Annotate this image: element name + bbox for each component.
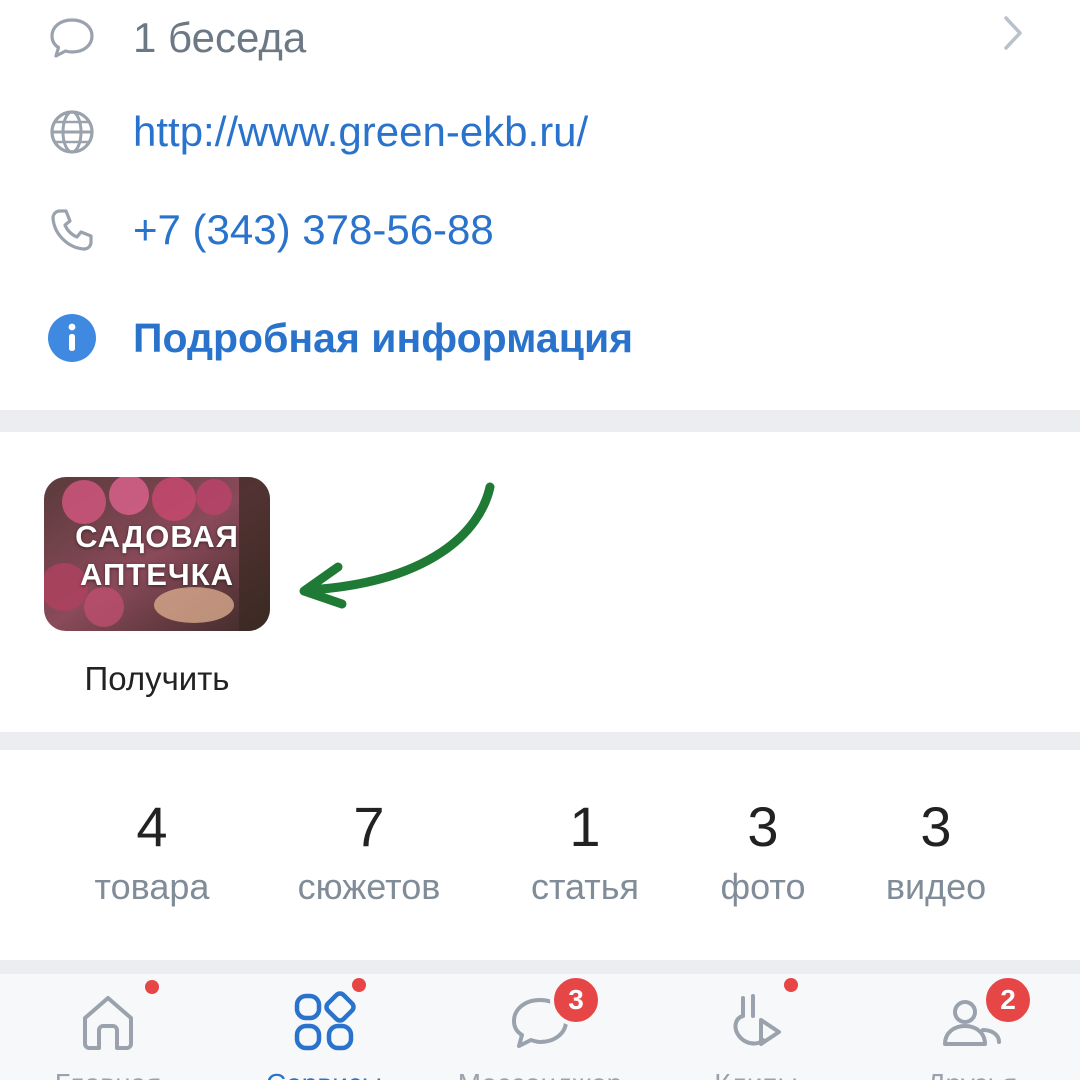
- phone-link[interactable]: +7 (343) 378-56-88: [133, 206, 494, 254]
- tab-label: Друзья: [872, 1068, 1072, 1080]
- counters-section: 4 товара 7 сюжетов 1 статья 3 фото 3 вид…: [0, 750, 1080, 960]
- phone-icon: [46, 204, 98, 256]
- unread-badge: 3: [550, 974, 602, 1026]
- section-separator: [0, 732, 1080, 750]
- tab-friends[interactable]: 2 Друзья: [872, 974, 1072, 1080]
- community-app-section: САДОВАЯ АПТЕЧКА Получить: [0, 432, 1080, 732]
- tab-label: Главная: [8, 1068, 208, 1080]
- counter-videos[interactable]: 3 видео: [836, 792, 1036, 912]
- tab-label: Сервисы: [224, 1068, 424, 1080]
- counter-photos[interactable]: 3 фото: [663, 792, 863, 912]
- app-title-line1: САДОВАЯ: [75, 519, 239, 554]
- counter-value: 4: [136, 795, 168, 858]
- more-info-row[interactable]: Подробная информация: [0, 298, 1080, 378]
- tab-services[interactable]: Сервисы: [224, 974, 424, 1080]
- notification-dot: [145, 980, 159, 994]
- chevron-right-icon: [998, 8, 1028, 58]
- tab-messenger[interactable]: 3 Мессенджер: [440, 974, 640, 1080]
- tab-home[interactable]: Главная: [8, 974, 208, 1080]
- website-row[interactable]: http://www.green-ekb.ru/: [0, 92, 1080, 172]
- app-get-button[interactable]: Получить: [44, 660, 270, 698]
- more-info-link[interactable]: Подробная информация: [133, 315, 633, 362]
- chat-count-label: 1 беседа: [133, 14, 307, 61]
- notification-dot: [784, 978, 798, 992]
- counter-value: 3: [747, 795, 779, 858]
- chat-bubble-icon: [46, 12, 98, 64]
- home-icon: [83, 996, 133, 1050]
- counter-value: 1: [569, 795, 601, 858]
- counter-articles[interactable]: 1 статья: [485, 792, 685, 912]
- chat-row[interactable]: 1 беседа: [0, 0, 1080, 78]
- notification-dot: [352, 978, 366, 992]
- tab-label: Клипы: [656, 1068, 856, 1080]
- counter-label: фото: [720, 866, 806, 907]
- services-icon: [294, 991, 356, 1051]
- phone-row[interactable]: +7 (343) 378-56-88: [0, 190, 1080, 270]
- counter-value: 3: [920, 795, 952, 858]
- counter-stories[interactable]: 7 сюжетов: [269, 792, 469, 912]
- app-tile[interactable]: САДОВАЯ АПТЕЧКА: [44, 477, 270, 631]
- tab-label: Мессенджер: [440, 1068, 640, 1080]
- counter-label: сюжетов: [297, 866, 441, 907]
- info-icon: [46, 312, 98, 364]
- bottom-tab-bar: Главная Сервисы 3 Мессенджер Клипы: [0, 974, 1080, 1080]
- friend-requests-badge: 2: [982, 974, 1034, 1026]
- counter-label: статья: [530, 866, 640, 907]
- website-link[interactable]: http://www.green-ekb.ru/: [133, 108, 588, 156]
- counter-label: видео: [885, 866, 987, 907]
- globe-icon: [46, 106, 98, 158]
- app-title-line2: АПТЕЧКА: [80, 557, 234, 592]
- counter-label: товара: [94, 866, 210, 907]
- section-separator: [0, 960, 1080, 974]
- community-info-section: 1 беседа http://www.green-ekb.ru/ +7 (34…: [0, 0, 1080, 410]
- counter-goods[interactable]: 4 товара: [52, 792, 252, 912]
- arrow-annotation-icon: [299, 482, 495, 609]
- section-separator: [0, 410, 1080, 432]
- tab-clips[interactable]: Клипы: [656, 974, 856, 1080]
- clips-icon: [733, 994, 781, 1046]
- counter-value: 7: [353, 795, 385, 858]
